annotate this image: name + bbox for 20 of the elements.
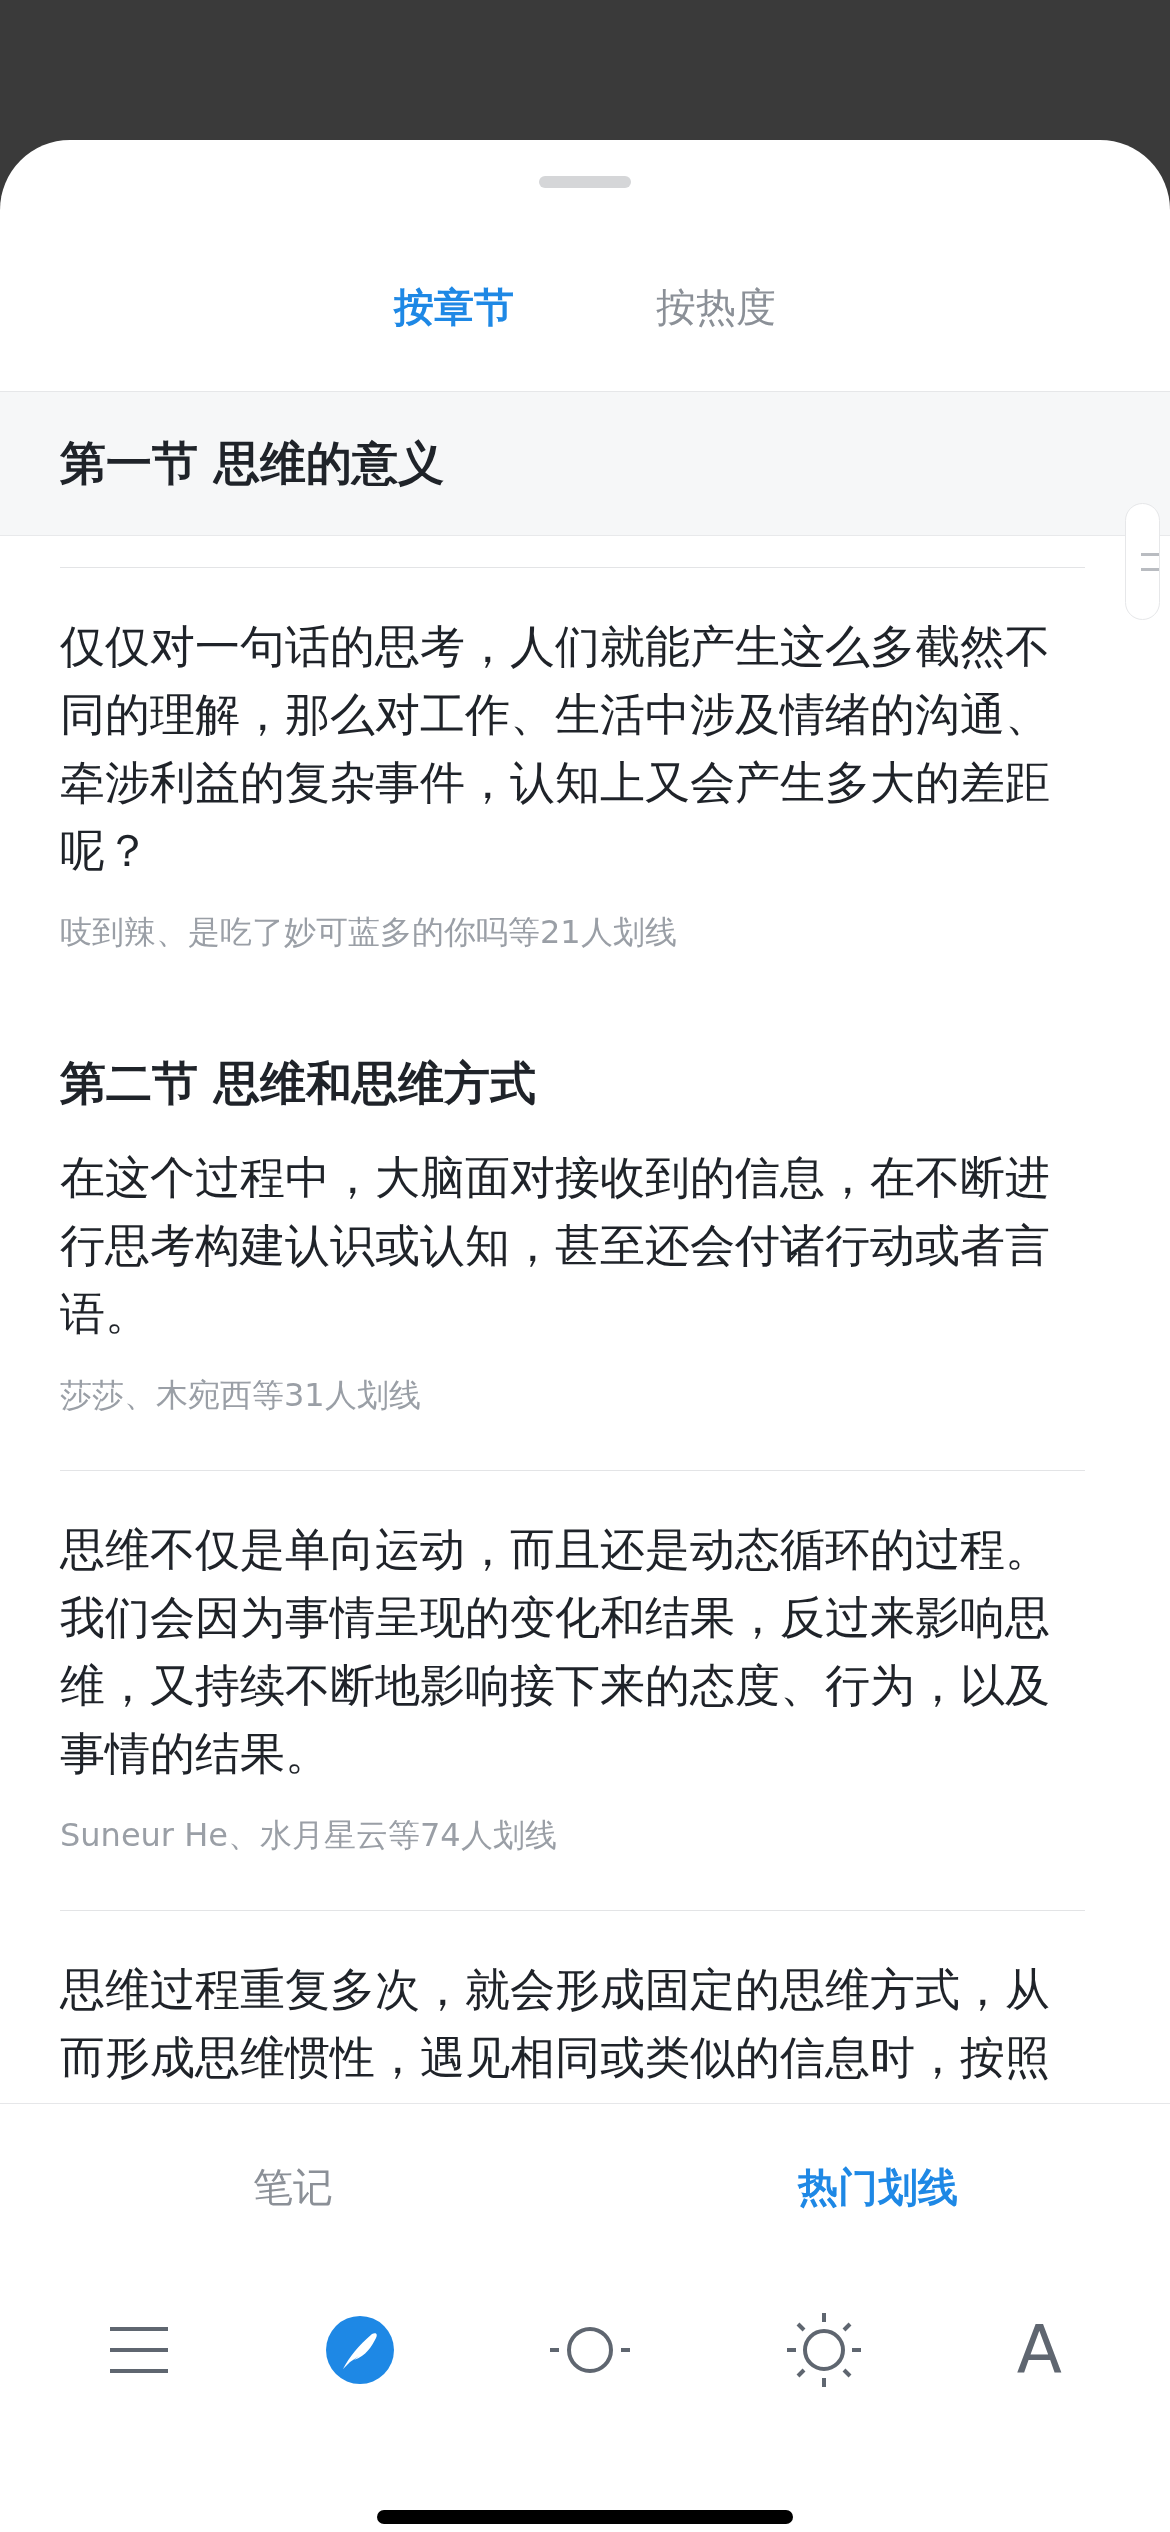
tab[interactable]: 按章节: [388, 276, 520, 339]
drag-handle[interactable]: [539, 176, 631, 188]
highlight-text[interactable]: 思维过程重复多次，就会形成固定的思维方式，从而形成思维惯性，遇见相同或类似的信息时，按照: [60, 1956, 1085, 2092]
scroll-handle[interactable]: [1125, 503, 1160, 620]
brightness-up-icon[interactable]: [786, 2313, 861, 2387]
brightness-down-icon[interactable]: [550, 2325, 631, 2375]
highlight-text[interactable]: 仅仅对一句话的思考，人们就能产生这么多截然不同的理解，那么对工作、生活中涉及情绪的沟通、牵涉利益的复杂事件，认知上又会产生多大的差距呢？: [60, 613, 1085, 885]
highlight-count: Suneur He、水月星云等74人划线: [60, 1815, 558, 1856]
font-size-button[interactable]: A: [1016, 2317, 1062, 2383]
feather-icon[interactable]: [326, 2316, 395, 2384]
section-title: 第一节 思维的意义: [60, 434, 444, 492]
highlight-text[interactable]: 在这个过程中，大脑面对接收到的信息，在不断进行思考构建认识或认知，甚至还会付诸行动或者言语。: [60, 1144, 1085, 1348]
tab[interactable]: 按热度: [650, 276, 782, 339]
highlight-count: 莎莎、木宛西等31人划线: [60, 1375, 422, 1416]
tab[interactable]: 热门划线: [585, 2158, 1170, 2216]
menu-icon[interactable]: [108, 2325, 171, 2375]
section-title: 第二节 思维和思维方式: [60, 1055, 537, 1112]
tab[interactable]: 笔记: [0, 2158, 585, 2216]
highlight-text[interactable]: 思维不仅是单向运动，而且还是动态循环的过程。我们会因为事情呈现的变化和结果，反过来影响思维，又持续不断地影响接下来的态度、行为，以及事情的结果。: [60, 1516, 1085, 1788]
highlight-count: 吱到辣、是吃了妙可蓝多的你吗等21人划线: [60, 912, 678, 953]
